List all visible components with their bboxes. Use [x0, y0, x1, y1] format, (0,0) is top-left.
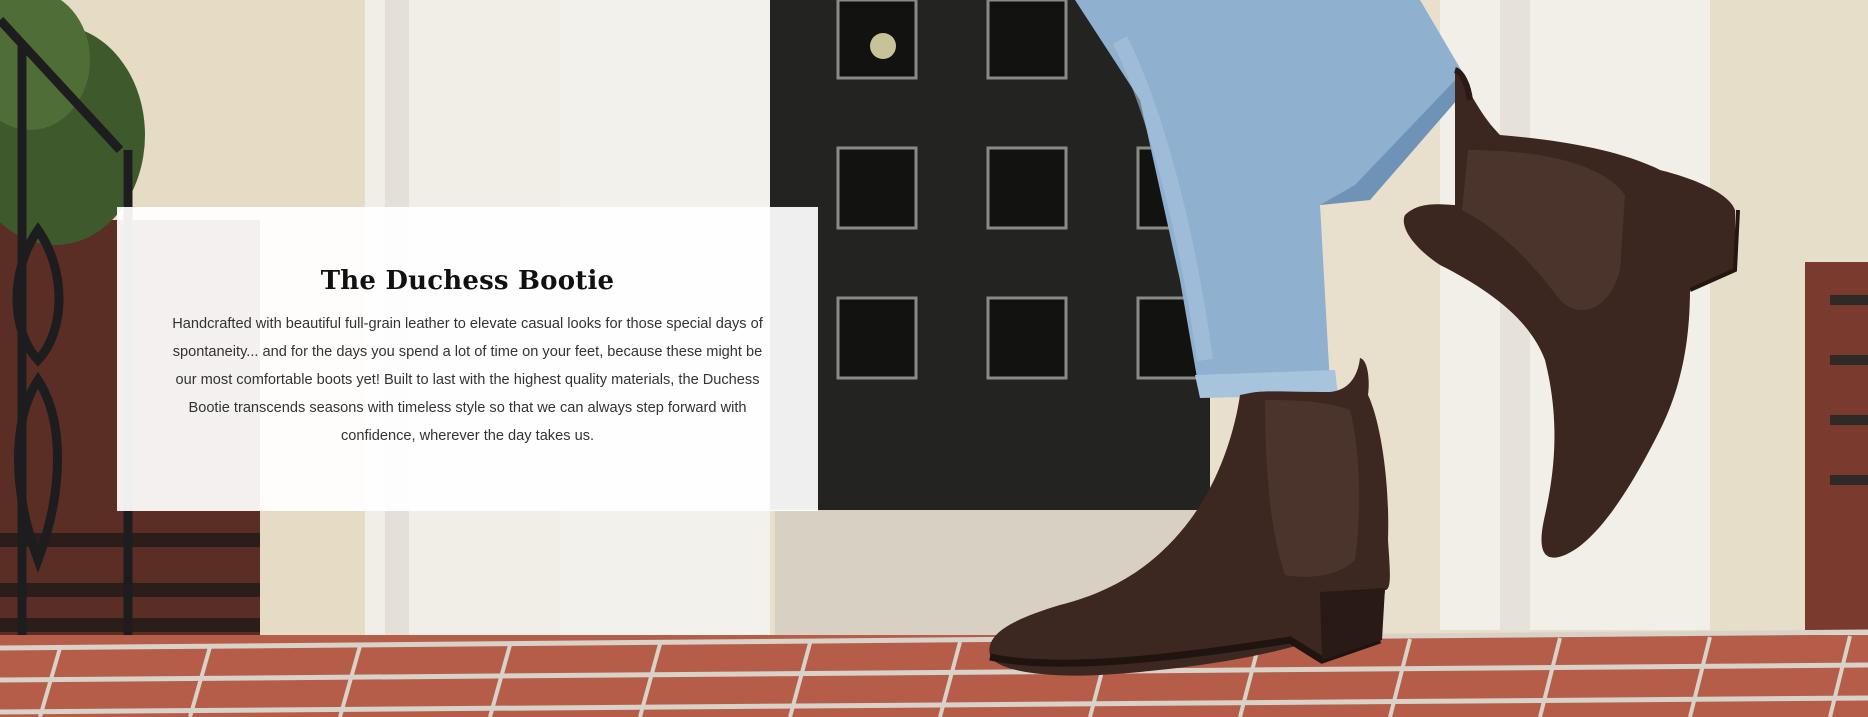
product-description: Handcrafted with beautiful full-grain le…	[172, 316, 763, 444]
product-info-card: The Duchess Bootie Handcrafted with beau…	[117, 207, 818, 511]
product-title: The Duchess Bootie	[320, 266, 615, 296]
hero-banner: The Duchess Bootie Handcrafted with beau…	[0, 0, 1868, 717]
